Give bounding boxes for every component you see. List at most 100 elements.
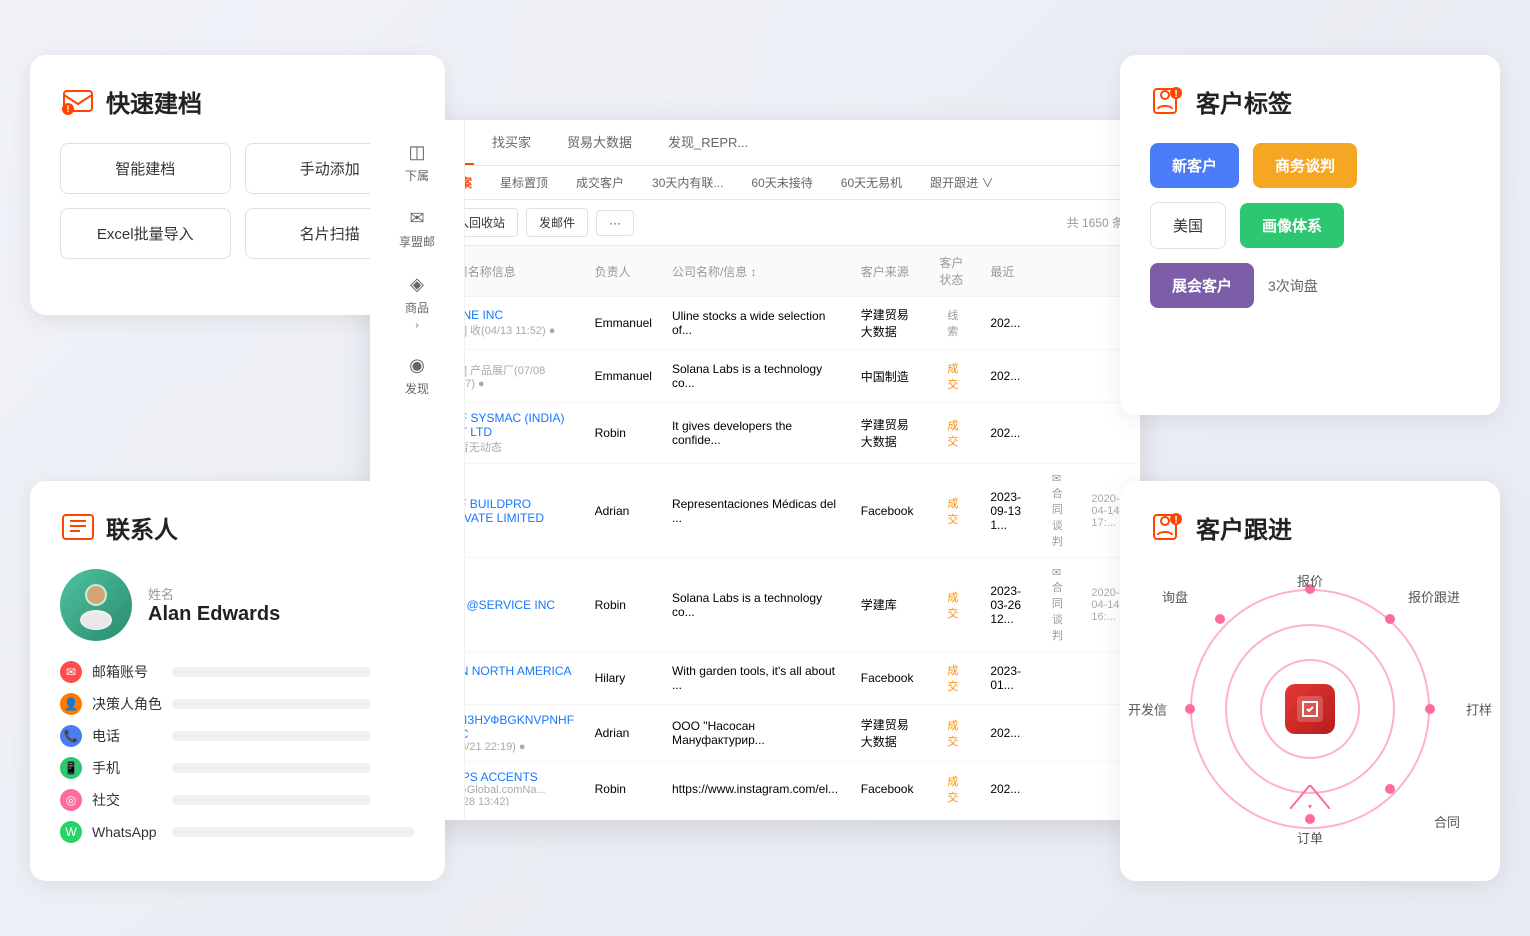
cell-date: 202... bbox=[980, 705, 1042, 762]
table-row[interactable]: ☆ IES @SERVICE INC Robin Solana Labs is … bbox=[370, 558, 1140, 652]
customer-follow-title: ! 客户跟进 bbox=[1150, 509, 1470, 545]
subtab-30days[interactable]: 30天内有联... bbox=[638, 166, 737, 199]
table-row[interactable]: ☆ ⑦[1] 产品展厂(07/08 14:47) ● Emmanuel Sola… bbox=[370, 350, 1140, 403]
product-icon: ◈ bbox=[410, 274, 424, 295]
cell-desc: https://www.instagram.com/el... bbox=[662, 762, 851, 807]
new-customer-tag[interactable]: 新客户 bbox=[1150, 143, 1239, 188]
cell-status: 线索 bbox=[929, 297, 980, 350]
radar-chart: 报价 报价跟进 打样 合同 订单 开发信 询盘 bbox=[1170, 569, 1450, 849]
radar-dot-left bbox=[1185, 704, 1195, 714]
svg-text:!: ! bbox=[1174, 515, 1177, 526]
send-email-button[interactable]: 发邮件 bbox=[526, 208, 588, 237]
sidebar-nav: ◫ 下属 ✉ 享盟邮 ◈ 商品 › ◉ 发现 bbox=[370, 120, 465, 820]
portrait-system-tag[interactable]: 画像体系 bbox=[1240, 203, 1344, 248]
subtab-60days-no-opportunity[interactable]: 60天无易机 bbox=[827, 166, 916, 199]
more-button[interactable]: ··· bbox=[596, 210, 634, 236]
radar-arrow bbox=[1290, 785, 1330, 809]
quick-archive-title: ! 快速建档 bbox=[60, 83, 415, 119]
mobile-field-row: 📱 手机 bbox=[60, 757, 415, 779]
quick-archive-icon: ! bbox=[60, 83, 96, 119]
contact-name-label: 姓名 bbox=[148, 584, 280, 603]
cell-followup: ✉ 合同谈判 bbox=[1042, 558, 1082, 652]
subtab-starred[interactable]: 星标置顶 bbox=[486, 166, 562, 199]
cell-date: 202... bbox=[980, 403, 1042, 464]
table-row[interactable]: ☆ AMPS ACCENTS ●● ●Global.comNa... (05/2… bbox=[370, 762, 1140, 807]
crm-table-body: ☆ ULINE INC ⑦[1] 收(04/13 11:52) ● Emmanu… bbox=[370, 297, 1140, 807]
cell-status: 成交 bbox=[929, 350, 980, 403]
table-row[interactable]: ☆ IIGN NORTH AMERICA INC Hilary With gar… bbox=[370, 652, 1140, 705]
subtab-follow-up[interactable]: 跟开跟进 ∨ bbox=[916, 166, 1007, 199]
nav-item-subordinate[interactable]: ◫ 下属 bbox=[370, 130, 464, 196]
customer-tag-card: ! 客户标签 新客户 商务谈判 美国 画像体系 展会客户 3次询盘 bbox=[1120, 55, 1500, 415]
tab-find-buyer[interactable]: 找买家 bbox=[474, 120, 549, 165]
nav-label-discover: 发现 bbox=[405, 380, 429, 397]
cell-owner: Adrian bbox=[585, 705, 662, 762]
cell-owner: Emmanuel bbox=[585, 350, 662, 403]
crm-toolbar: 选 投入回收站 发邮件 ··· 共 1650 条 bbox=[370, 200, 1140, 246]
table-row[interactable]: ☆ LGF SYSMAC (INDIA) PVT LTD ⑩ 暂无动态 Robi… bbox=[370, 403, 1140, 464]
cell-desc: Solana Labs is a technology co... bbox=[662, 558, 851, 652]
radar-dot-top-right bbox=[1385, 614, 1395, 624]
radar-label-order: 订单 bbox=[1297, 828, 1323, 847]
cell-source: 学建贸易大数据 bbox=[851, 297, 930, 350]
tag-row-3: 展会客户 3次询盘 bbox=[1150, 263, 1470, 308]
smart-archive-button[interactable]: 智能建档 bbox=[60, 143, 231, 194]
record-count: 共 1650 条 bbox=[1067, 214, 1124, 231]
radar-label-sample: 打样 bbox=[1466, 700, 1492, 719]
cell-desc: Uline stocks a wide selection of... bbox=[662, 297, 851, 350]
radar-dot-bottom-right bbox=[1385, 784, 1395, 794]
cell-desc: Representaciones Médicas del ... bbox=[662, 464, 851, 558]
role-label: 决策人角色 bbox=[92, 694, 162, 714]
crm-tabs: 客户管理 找买家 贸易大数据 发现_REPR... bbox=[370, 120, 1140, 166]
cell-date: 2023-09-13 1... bbox=[980, 464, 1042, 558]
table-row[interactable]: ☆ ULINE INC ⑦[1] 收(04/13 11:52) ● Emmanu… bbox=[370, 297, 1140, 350]
nav-item-discover[interactable]: ◉ 发现 bbox=[370, 343, 464, 409]
crm-table-container[interactable]: 公司名称信息 负责人 公司名称/信息 ↕ 客户来源 客户状态 最近 ☆ bbox=[370, 246, 1140, 806]
usa-tag[interactable]: 美国 bbox=[1150, 202, 1226, 249]
col-owner: 负责人 bbox=[585, 246, 662, 297]
radar-label-contract: 合同 bbox=[1434, 812, 1460, 831]
cell-source: 学建贸易大数据 bbox=[851, 403, 930, 464]
table-row[interactable]: ☆ М МЗНУФBGKNVPNHF PVC ●(03/21 22:19) ● … bbox=[370, 705, 1140, 762]
radar-label-price: 报价 bbox=[1297, 571, 1323, 590]
subtab-60days-no-reception[interactable]: 60天未接待 bbox=[737, 166, 826, 199]
cell-status: 成交 bbox=[929, 652, 980, 705]
customer-tag-title-text: 客户标签 bbox=[1196, 84, 1292, 119]
social-label: 社交 bbox=[92, 790, 162, 810]
nav-item-product[interactable]: ◈ 商品 › bbox=[370, 262, 464, 343]
radar-label-develop: 开发信 bbox=[1128, 700, 1167, 719]
nav-item-mail[interactable]: ✉ 享盟邮 bbox=[370, 196, 464, 262]
mobile-icon: 📱 bbox=[60, 757, 82, 779]
business-negotiation-tag[interactable]: 商务谈判 bbox=[1253, 143, 1357, 188]
email-label: 邮箱账号 bbox=[92, 662, 162, 682]
page-wrapper: ! 快速建档 智能建档 手动添加 Excel批量导入 名片扫描 ! bbox=[0, 0, 1530, 936]
radar-label-price-follow: 报价跟进 bbox=[1408, 587, 1460, 606]
cell-followup: ✉ 合同谈判 bbox=[1042, 464, 1082, 558]
customer-follow-title-text: 客户跟进 bbox=[1196, 510, 1292, 545]
crm-table-header: 公司名称信息 负责人 公司名称/信息 ↕ 客户来源 客户状态 最近 bbox=[370, 246, 1140, 297]
discover-icon: ◉ bbox=[409, 355, 425, 376]
tab-trade-data[interactable]: 贸易大数据 bbox=[549, 120, 650, 165]
exhibition-customer-tag[interactable]: 展会客户 bbox=[1150, 263, 1254, 308]
cell-date: 2023-01... bbox=[980, 652, 1042, 705]
cell-status: 成交 bbox=[929, 762, 980, 807]
radar-center-icon bbox=[1285, 684, 1335, 734]
svg-text:!: ! bbox=[1174, 89, 1177, 100]
contact-name: Alan Edwards bbox=[148, 603, 280, 626]
nav-label-product: 商品 bbox=[405, 299, 429, 316]
cell-desc: Solana Labs is a technology co... bbox=[662, 350, 851, 403]
col-status: 客户状态 bbox=[929, 246, 980, 297]
cell-desc: With garden tools, it's all about ... bbox=[662, 652, 851, 705]
contact-title-text: 联系人 bbox=[106, 510, 178, 545]
subtab-deal-customers[interactable]: 成交客户 bbox=[562, 166, 638, 199]
cell-desc: ООО "Насосан Мануфактурир... bbox=[662, 705, 851, 762]
tab-discover[interactable]: 发现_REPR... bbox=[650, 120, 766, 165]
table-row[interactable]: ☆ F&F BUILDPRO PRIVATE LIMITED Adrian Re… bbox=[370, 464, 1140, 558]
contact-name-container: 姓名 Alan Edwards bbox=[148, 584, 280, 626]
customer-follow-icon: ! bbox=[1150, 509, 1186, 545]
excel-import-button[interactable]: Excel批量导入 bbox=[60, 208, 231, 259]
phone-field-row: 📞 电话 bbox=[60, 725, 415, 747]
cell-source: Facebook bbox=[851, 762, 930, 807]
cell-owner: Adrian bbox=[585, 464, 662, 558]
customer-tag-icon: ! bbox=[1150, 83, 1186, 119]
